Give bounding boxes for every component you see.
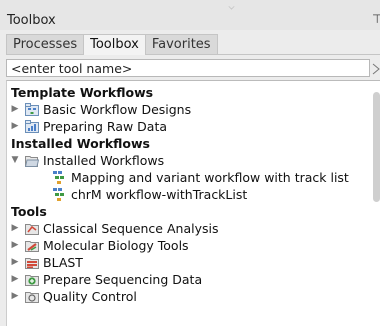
tree-scrollbar[interactable] bbox=[373, 92, 380, 202]
blast-icon bbox=[25, 256, 39, 269]
tool-search-input[interactable] bbox=[6, 59, 370, 77]
panel-title-bar: Toolbox ⊤ bbox=[0, 0, 380, 30]
molecular-biology-icon bbox=[25, 239, 39, 252]
tree-item-basic-workflow-designs[interactable]: ▶ Basic Workflow Designs bbox=[7, 101, 367, 118]
toolbox-tree: Template Workflows ▶ Basic Workflow Desi… bbox=[6, 80, 380, 326]
tree-item-label: Mapping and variant workflow with track … bbox=[71, 170, 349, 185]
tree-item-label: Prepare Sequencing Data bbox=[43, 272, 203, 287]
tree-item-preparing-raw-data[interactable]: ▶ Preparing Raw Data bbox=[7, 118, 367, 135]
tree-item-label: Installed Workflows bbox=[43, 153, 165, 168]
tree-item-label: Basic Workflow Designs bbox=[43, 102, 192, 117]
workflow-folder-icon bbox=[25, 103, 39, 116]
workflow-icon bbox=[53, 171, 67, 184]
data-folder-icon bbox=[25, 120, 39, 133]
collapse-arrow-icon[interactable]: ▼ bbox=[10, 152, 20, 169]
tree-item-label: Quality Control bbox=[43, 289, 137, 304]
expand-arrow-icon[interactable]: ▶ bbox=[10, 271, 20, 288]
expand-arrow-icon[interactable]: ▶ bbox=[10, 118, 20, 135]
tree-item-mapping-variant-workflow[interactable]: Mapping and variant workflow with track … bbox=[7, 169, 367, 186]
section-template-workflows: Template Workflows bbox=[11, 85, 154, 100]
folder-open-icon bbox=[24, 154, 40, 167]
tab-divider bbox=[6, 54, 380, 55]
tab-bar: Processes Toolbox Favorites bbox=[6, 34, 218, 55]
panel-title: Toolbox bbox=[7, 13, 56, 28]
tree-item-prepare-sequencing-data[interactable]: ▶ Prepare Sequencing Data bbox=[7, 271, 367, 288]
section-tools: Tools bbox=[11, 204, 47, 219]
expand-arrow-icon[interactable]: ▶ bbox=[10, 288, 20, 305]
tree-item-quality-control[interactable]: ▶ Quality Control bbox=[7, 288, 367, 305]
drag-handle-icon[interactable] bbox=[227, 3, 237, 8]
sequencing-data-icon bbox=[25, 273, 39, 286]
tree-item-blast[interactable]: ▶ BLAST bbox=[7, 254, 367, 271]
expand-arrow-icon[interactable]: ▶ bbox=[10, 254, 20, 271]
expand-arrow-icon[interactable]: ▶ bbox=[10, 220, 20, 237]
tree-item-classical-sequence-analysis[interactable]: ▶ Classical Sequence Analysis bbox=[7, 220, 367, 237]
tree-item-label: Classical Sequence Analysis bbox=[43, 221, 219, 236]
tree-item-label: chrM workflow-withTrackList bbox=[71, 187, 248, 202]
tree-item-label: Molecular Biology Tools bbox=[43, 238, 189, 253]
tab-favorites[interactable]: Favorites bbox=[144, 34, 218, 54]
expand-arrow-icon[interactable]: ▶ bbox=[10, 101, 20, 118]
tab-processes[interactable]: Processes bbox=[6, 34, 85, 54]
search-clear-icon[interactable] bbox=[372, 62, 380, 76]
workflow-icon bbox=[53, 188, 67, 201]
tree-item-chrm-workflow[interactable]: chrM workflow-withTrackList bbox=[7, 186, 367, 203]
tree-item-label: BLAST bbox=[43, 255, 83, 270]
expand-arrow-icon[interactable]: ▶ bbox=[10, 237, 20, 254]
tree-item-installed-workflows-folder[interactable]: ▼ Installed Workflows bbox=[7, 152, 367, 169]
tree-item-label: Preparing Raw Data bbox=[43, 119, 168, 134]
sequence-analysis-icon bbox=[25, 222, 39, 235]
tree-item-molecular-biology-tools[interactable]: ▶ Molecular Biology Tools bbox=[7, 237, 367, 254]
quality-control-icon bbox=[25, 290, 39, 303]
panel-menu-icon[interactable]: ⊤ bbox=[372, 12, 380, 26]
tab-toolbox[interactable]: Toolbox bbox=[83, 34, 146, 55]
section-installed-workflows: Installed Workflows bbox=[11, 136, 150, 151]
